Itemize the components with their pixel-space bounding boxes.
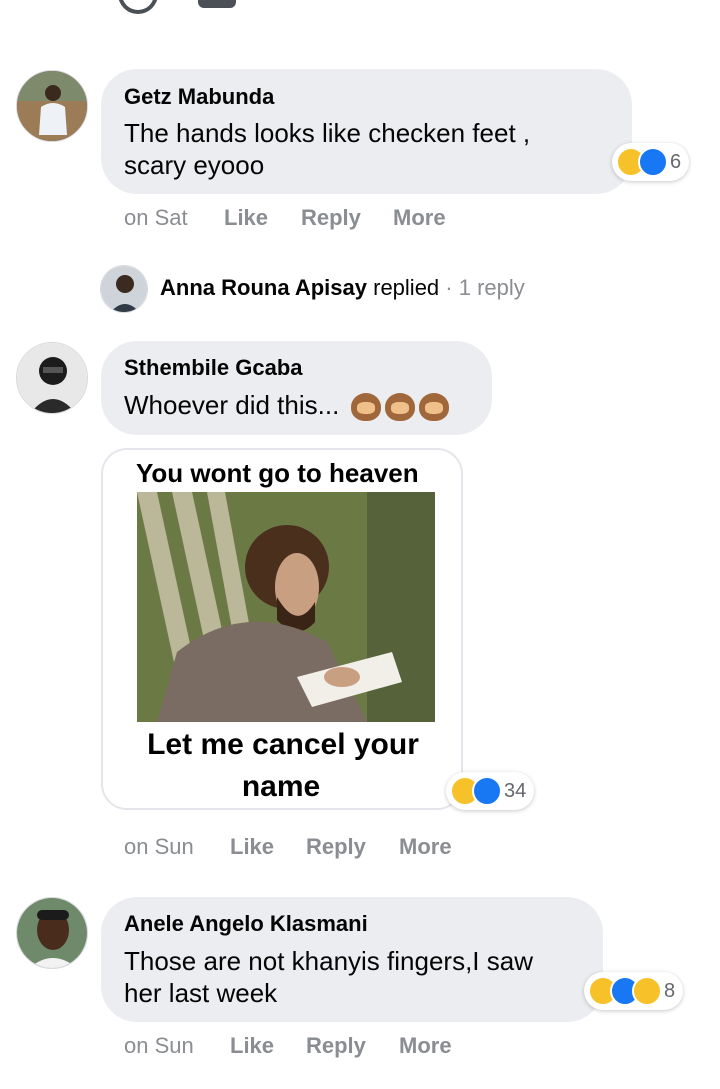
comment-text: Those are not khanyis fingers,I saw xyxy=(124,946,533,976)
like-icon xyxy=(472,776,502,806)
like-button[interactable]: Like xyxy=(230,1033,274,1059)
like-icon xyxy=(638,147,668,177)
reaction-count: 8 xyxy=(664,979,676,1002)
meme-photo xyxy=(137,492,435,722)
comment-timestamp: on Sun xyxy=(124,1033,194,1058)
comment-timestamp: on Sat xyxy=(124,205,188,230)
reply-button[interactable]: Reply xyxy=(301,205,361,231)
reply-count[interactable]: 1 reply xyxy=(459,275,525,300)
separator: · xyxy=(445,275,453,300)
reply-button[interactable]: Reply xyxy=(306,1033,366,1059)
reply-action: replied xyxy=(373,275,440,300)
see-no-evil-monkey-icon xyxy=(418,393,449,422)
see-no-evil-monkey-icon xyxy=(384,393,415,422)
see-no-evil-monkey-icon xyxy=(350,393,381,422)
meme-bottom-caption: name xyxy=(241,770,321,803)
avatar-photo xyxy=(17,343,87,413)
camera-icon[interactable] xyxy=(198,0,236,8)
avatar[interactable] xyxy=(16,70,88,142)
avatar[interactable] xyxy=(16,342,88,414)
comment-text: her last week xyxy=(124,978,278,1008)
avatar-photo xyxy=(17,898,87,968)
comment-author[interactable]: Anele Angelo Klasmani xyxy=(124,911,368,937)
reply-author[interactable]: Anna Rouna Apisay xyxy=(160,275,367,300)
comment-text-body: Whoever did this... xyxy=(124,390,340,420)
reaction-summary[interactable]: 6 xyxy=(612,143,690,181)
comment-timestamp: on Sun xyxy=(124,834,194,859)
avatar-photo xyxy=(17,71,87,141)
care-icon xyxy=(632,976,662,1006)
avatar[interactable] xyxy=(100,265,148,313)
comment-author[interactable]: Sthembile Gcaba xyxy=(124,355,303,381)
comment-text: The hands looks like checken feet , xyxy=(124,118,531,148)
like-button[interactable]: Like xyxy=(224,205,268,231)
more-button[interactable]: More xyxy=(399,1033,452,1059)
reaction-count: 6 xyxy=(670,150,682,173)
comment-image[interactable]: You wont go to heaven Let me cancel your… xyxy=(101,448,463,810)
avatar-photo xyxy=(101,266,147,312)
meme-bottom-caption: Let me cancel your xyxy=(147,728,419,761)
reaction-summary[interactable]: 8 xyxy=(584,972,684,1010)
reply-button[interactable]: Reply xyxy=(306,834,366,860)
reply-summary[interactable]: Anna Rouna Apisay replied · 1 reply xyxy=(160,275,525,301)
emoji-icon[interactable] xyxy=(118,0,158,14)
comment-text: scary eyooo xyxy=(124,150,265,180)
avatar[interactable] xyxy=(16,897,88,969)
reaction-summary[interactable]: 34 xyxy=(446,772,535,810)
more-button[interactable]: More xyxy=(399,834,452,860)
more-button[interactable]: More xyxy=(393,205,446,231)
like-button[interactable]: Like xyxy=(230,834,274,860)
reaction-count: 34 xyxy=(504,779,527,802)
comment-text: Whoever did this... xyxy=(124,389,449,422)
comment-author[interactable]: Getz Mabunda xyxy=(124,84,274,110)
meme-top-caption: You wont go to heaven xyxy=(136,458,419,488)
